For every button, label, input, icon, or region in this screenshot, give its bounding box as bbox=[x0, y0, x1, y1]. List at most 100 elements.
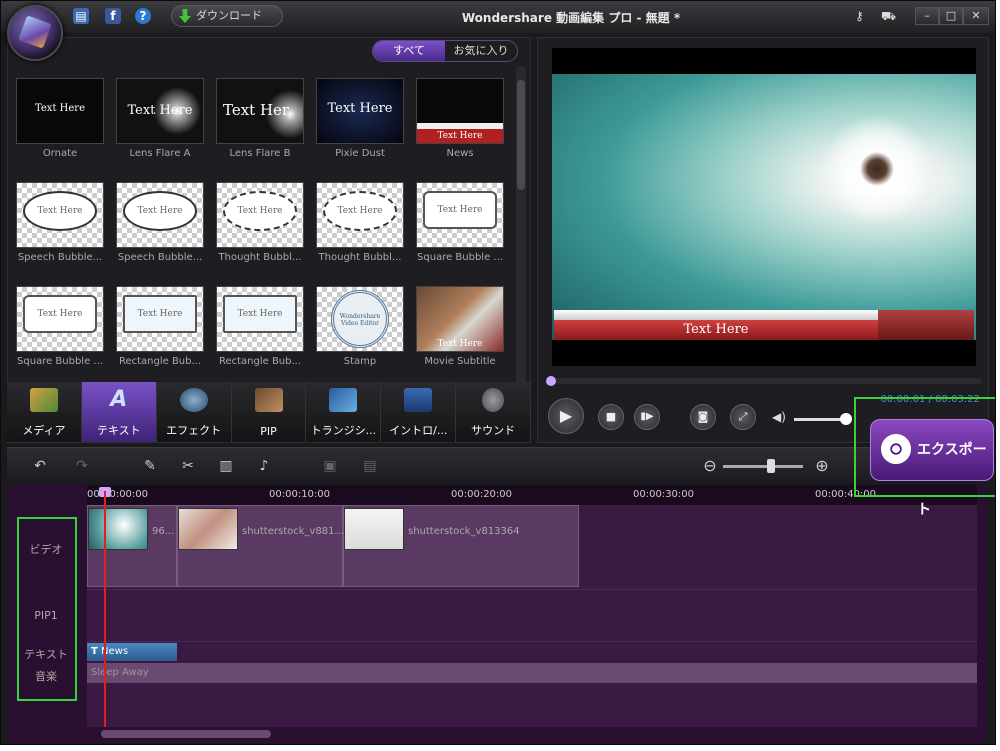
export-button[interactable]: エクスポート bbox=[870, 419, 994, 518]
zoom-in-icon[interactable]: ⊕ bbox=[813, 457, 831, 475]
volume-icon[interactable]: ◀) bbox=[772, 410, 786, 424]
filter-tabs: すべて お気に入り bbox=[372, 40, 518, 62]
zoom-slider[interactable] bbox=[723, 465, 803, 468]
minimize-button[interactable]: – bbox=[915, 7, 939, 25]
clip-thumbnail bbox=[344, 508, 404, 550]
redo-icon[interactable]: ↷ bbox=[73, 457, 91, 475]
preview-panel: Text Here 00:00:01 / 00:03:22 ▶ ■ ▮▶ ◙ ⤢… bbox=[537, 37, 989, 443]
save-icon[interactable]: ▤ bbox=[73, 8, 89, 24]
template-thought-bubble-1[interactable]: Text Here bbox=[216, 182, 304, 248]
maximize-button[interactable]: □ bbox=[939, 7, 963, 25]
download-label: ダウンロード bbox=[196, 9, 262, 22]
text-icon: A bbox=[110, 387, 128, 412]
template-pixie-dust[interactable]: Text Here bbox=[316, 78, 404, 144]
time-ruler[interactable]: 00:00:00:00 00:00:10:00 00:00:20:00 00:0… bbox=[87, 485, 977, 505]
transition-icon bbox=[329, 388, 358, 412]
facebook-icon[interactable]: f bbox=[105, 8, 121, 24]
tab-sound[interactable]: サウンド bbox=[456, 382, 532, 442]
filter-favorites-tab[interactable]: お気に入り bbox=[445, 41, 517, 61]
close-button[interactable]: ✕ bbox=[963, 7, 989, 25]
scissors-icon[interactable]: ✂ bbox=[179, 457, 197, 475]
intro-icon bbox=[404, 388, 433, 412]
film-reel-icon bbox=[881, 434, 911, 464]
template-rectangle-bubble-1[interactable]: Text Here bbox=[116, 286, 204, 352]
tab-label: PIP bbox=[260, 425, 277, 438]
dandelion-image bbox=[822, 114, 932, 224]
seek-bar[interactable] bbox=[546, 376, 982, 386]
ruler-label: 00:00:20:00 bbox=[451, 489, 513, 500]
music-clip[interactable]: Sleep Away bbox=[87, 663, 977, 683]
template-scrollbar[interactable] bbox=[516, 66, 526, 402]
template-square-bubble-2[interactable]: Text Here bbox=[16, 286, 104, 352]
zoom-knob[interactable] bbox=[767, 459, 775, 473]
track-area[interactable]: 96... shutterstock_v881... shutterstock_… bbox=[87, 505, 977, 727]
template-label: Thought Bubbl... bbox=[218, 252, 302, 263]
template-label: Speech Bubble... bbox=[117, 252, 203, 263]
lower-third-title[interactable]: Text Here bbox=[554, 310, 974, 344]
tab-label: エフェクト bbox=[166, 424, 222, 437]
video-clip[interactable]: 96... bbox=[87, 505, 177, 587]
snapshot-camera-icon[interactable]: ◙ bbox=[690, 404, 716, 430]
template-preview-text: Text Here bbox=[323, 191, 397, 231]
template-label: Lens Flare B bbox=[229, 148, 291, 159]
tab-pip[interactable]: PIP bbox=[231, 382, 307, 442]
template-preview-text: Text Here bbox=[35, 103, 85, 114]
template-rectangle-bubble-2[interactable]: Text Here bbox=[216, 286, 304, 352]
app-logo[interactable] bbox=[7, 5, 63, 61]
volume-knob[interactable] bbox=[840, 413, 852, 425]
clip-name: 96... bbox=[152, 526, 175, 537]
cart-icon[interactable]: ⛟ bbox=[881, 9, 897, 23]
filter-all-tab[interactable]: すべて bbox=[373, 41, 445, 61]
edit-icon[interactable]: ✎ bbox=[141, 457, 159, 475]
crop-icon[interactable]: ▣ bbox=[321, 457, 339, 475]
template-speech-bubble-2[interactable]: Text Here bbox=[116, 182, 204, 248]
tab-intro[interactable]: イントロ/... bbox=[381, 382, 457, 442]
scrollbar-thumb[interactable] bbox=[101, 730, 271, 738]
template-preview-text: Text Her bbox=[223, 101, 290, 119]
template-lens-flare-a[interactable]: Text Here bbox=[116, 78, 204, 144]
template-ornate[interactable]: Text Here bbox=[16, 78, 104, 144]
play-button[interactable]: ▶ bbox=[548, 398, 584, 434]
download-button[interactable]: ダウンロード bbox=[171, 5, 283, 27]
ruler-label: 00:00:30:00 bbox=[633, 489, 695, 500]
video-clip[interactable]: shutterstock_v881... bbox=[177, 505, 344, 587]
undo-icon[interactable]: ↶ bbox=[31, 457, 49, 475]
template-square-bubble-1[interactable]: Text Here bbox=[416, 182, 504, 248]
key-icon[interactable]: ⚷ bbox=[855, 9, 869, 23]
seek-handle[interactable] bbox=[546, 376, 556, 386]
settings-icon[interactable]: ▤ bbox=[361, 457, 379, 475]
tab-media[interactable]: メディア bbox=[7, 382, 82, 442]
preview-screen[interactable]: Text Here bbox=[552, 48, 976, 366]
template-speech-bubble-1[interactable]: Text Here bbox=[16, 182, 104, 248]
template-label: Rectangle Bub... bbox=[218, 356, 302, 367]
template-movie-subtitle[interactable]: Text Here bbox=[416, 286, 504, 352]
template-label: Ornate bbox=[42, 148, 78, 159]
stop-button[interactable]: ■ bbox=[598, 404, 624, 430]
trash-icon[interactable]: ▥ bbox=[217, 457, 235, 475]
tab-effect[interactable]: エフェクト bbox=[156, 382, 232, 442]
template-preview-text: Text Here bbox=[223, 295, 297, 333]
video-clip[interactable]: shutterstock_v813364 bbox=[343, 505, 579, 587]
export-highlight-box: エクスポート bbox=[854, 397, 995, 518]
template-stamp[interactable]: Wondershare Video Editor bbox=[316, 286, 404, 352]
tab-transition[interactable]: トランジシ... bbox=[306, 382, 382, 442]
microphone-icon[interactable]: ♪ bbox=[255, 457, 273, 475]
template-lens-flare-b[interactable]: Text Her bbox=[216, 78, 304, 144]
zoom-out-icon[interactable]: ⊖ bbox=[701, 457, 719, 475]
template-label: Movie Subtitle bbox=[424, 356, 496, 367]
tab-text[interactable]: A テキスト bbox=[81, 382, 157, 442]
fullscreen-icon[interactable]: ⤢ bbox=[730, 404, 756, 430]
timeline-scrollbar[interactable] bbox=[87, 727, 977, 741]
help-icon[interactable]: ? bbox=[135, 8, 151, 24]
playhead[interactable] bbox=[104, 491, 106, 727]
text-clip[interactable]: T News bbox=[87, 643, 177, 661]
template-news[interactable]: Text Here bbox=[416, 78, 504, 144]
template-label: Lens Flare A bbox=[129, 148, 191, 159]
template-thought-bubble-2[interactable]: Text Here bbox=[316, 182, 404, 248]
text-clip-icon: T bbox=[91, 646, 98, 657]
next-frame-button[interactable]: ▮▶ bbox=[634, 404, 660, 430]
template-label: Stamp bbox=[343, 356, 377, 367]
template-label: Pixie Dust bbox=[335, 148, 385, 159]
download-arrow-icon bbox=[179, 9, 191, 23]
scrollbar-thumb[interactable] bbox=[517, 80, 525, 190]
